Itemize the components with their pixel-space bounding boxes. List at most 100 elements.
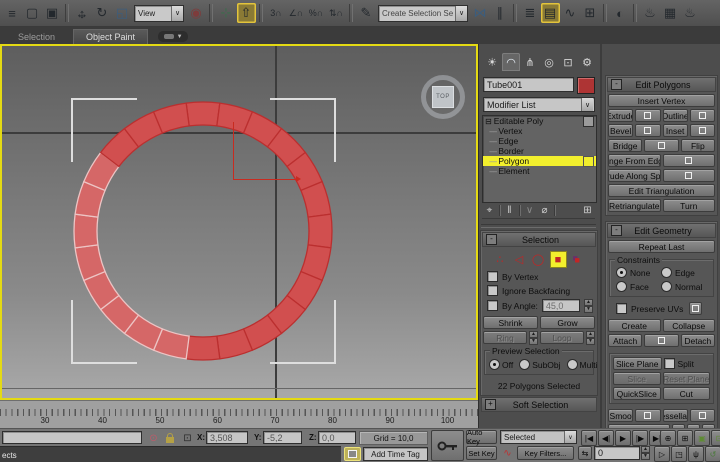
- window-crossing-toggle-icon[interactable]: ▣: [43, 3, 62, 23]
- modifier-list-dropdown[interactable]: Modifier List ∨: [483, 97, 595, 112]
- attach-button[interactable]: Attach: [608, 334, 643, 347]
- grow-button[interactable]: Grow: [540, 316, 595, 329]
- outline-button[interactable]: Outline: [662, 109, 688, 122]
- z-coordinate-field[interactable]: 0,0: [318, 431, 356, 444]
- insert-vertex-button[interactable]: Insert Vertex: [608, 94, 715, 107]
- rendered-frame-window-icon[interactable]: ▦: [661, 3, 680, 23]
- graphite-ribbon-toggle-icon[interactable]: ▤: [540, 3, 560, 23]
- preserve-uvs-settings-button[interactable]: [689, 302, 703, 315]
- select-and-manipulate-icon[interactable]: ⊹: [217, 3, 236, 23]
- select-and-rotate-icon[interactable]: ↻: [93, 3, 112, 23]
- object-name-field[interactable]: Tube001: [483, 77, 574, 92]
- spinner-snap-toggle-icon[interactable]: ⇅∩: [327, 3, 346, 23]
- time-tag-icon[interactable]: [344, 447, 361, 461]
- schematic-view-icon[interactable]: ⊞: [581, 3, 600, 23]
- field-of-view-icon[interactable]: ▷: [654, 446, 670, 462]
- stack-item-element[interactable]: ---- Element: [483, 166, 596, 176]
- absolute-offset-toggle-icon[interactable]: ⊡: [180, 431, 195, 445]
- track-bar[interactable]: [2, 431, 142, 444]
- stack-item-edge[interactable]: ---- Edge: [483, 136, 596, 146]
- remove-modifier-icon[interactable]: ⌀: [537, 205, 552, 216]
- ring-polygon-segment[interactable]: [185, 335, 221, 361]
- ignore-backfacing-checkbox[interactable]: [487, 285, 498, 296]
- constraint-none-radio[interactable]: [616, 267, 627, 278]
- reference-coordinate-system-dropdown[interactable]: View ∨: [134, 4, 184, 22]
- constraint-normal-radio[interactable]: [661, 281, 672, 292]
- repeat-last-button[interactable]: Repeat Last: [608, 240, 715, 253]
- layer-manager-icon[interactable]: ≣: [521, 3, 540, 23]
- zoom-extents-icon[interactable]: ▣: [694, 430, 710, 446]
- ribbon-display-dropdown[interactable]: ▼: [158, 31, 189, 42]
- angle-snap-toggle-icon[interactable]: ∠∩: [287, 3, 306, 23]
- reset-plane-button[interactable]: Reset Plane: [662, 372, 710, 385]
- constraint-edge-radio[interactable]: [661, 267, 672, 278]
- configure-modifier-sets-icon[interactable]: ⊞: [580, 205, 595, 216]
- edit-polygons-rollout-header[interactable]: - Edit Polygons: [607, 77, 716, 92]
- extrude-settings-button[interactable]: [635, 109, 661, 122]
- pan-icon[interactable]: ψ: [688, 446, 704, 462]
- percent-snap-toggle-icon[interactable]: %∩: [307, 3, 326, 23]
- select-by-name-icon[interactable]: ≡: [3, 3, 22, 23]
- by-angle-field[interactable]: 45,0: [541, 299, 580, 312]
- edit-named-selection-sets-icon[interactable]: ✎: [357, 3, 376, 23]
- viewport-top[interactable]: TOP: [0, 44, 478, 400]
- expand-icon[interactable]: +: [485, 399, 496, 410]
- edit-geometry-rollout-header[interactable]: - Edit Geometry: [607, 223, 716, 238]
- ribbon-tab-selection[interactable]: Selection: [6, 30, 67, 44]
- align-icon[interactable]: ∥: [491, 3, 510, 23]
- stack-item-polygon[interactable]: ---- Polygon: [483, 155, 596, 167]
- viewcube[interactable]: TOP: [421, 75, 465, 119]
- y-coordinate-field[interactable]: -5,2: [263, 431, 302, 444]
- inset-settings-button[interactable]: [689, 124, 715, 137]
- x-coordinate-field[interactable]: 3,508: [206, 431, 248, 444]
- extrude-button[interactable]: Extrude: [608, 109, 634, 122]
- bridge-settings-button[interactable]: [644, 139, 679, 152]
- extrude-along-spline-button[interactable]: Extrude Along Spline: [608, 169, 661, 182]
- zoom-extents-all-icon[interactable]: ⊡: [711, 430, 720, 446]
- collapse-icon[interactable]: -: [611, 225, 622, 236]
- preview-multi-radio[interactable]: [566, 359, 578, 370]
- extrude-along-spline-settings-button[interactable]: [662, 169, 715, 182]
- zoom-all-icon[interactable]: ⊞: [677, 430, 693, 446]
- add-time-tag-field[interactable]: Add Time Tag: [363, 447, 428, 461]
- collapse-icon[interactable]: -: [486, 234, 497, 245]
- edge-subobject-icon[interactable]: ◁: [512, 252, 527, 267]
- detach-button[interactable]: Detach: [680, 334, 715, 347]
- named-selection-sets-combo[interactable]: Create Selection Se ∨: [378, 4, 468, 22]
- key-filters-button[interactable]: Key Filters...: [517, 446, 574, 460]
- zoom-region-icon[interactable]: ◳: [671, 446, 687, 462]
- inset-button[interactable]: Inset: [662, 124, 688, 137]
- frame-spinner[interactable]: ▲ ▼: [641, 446, 650, 460]
- select-and-scale-icon[interactable]: ◱: [113, 3, 132, 23]
- shrink-button[interactable]: Shrink: [483, 316, 538, 329]
- modifier-stack-list[interactable]: ⊟ Editable Poly ---- Vertex ---- Edge ---- Bord…: [482, 115, 597, 203]
- slice-plane-button[interactable]: Slice Plane: [613, 357, 662, 370]
- mirror-icon[interactable]: ⋈: [471, 3, 490, 23]
- attach-settings-button[interactable]: [644, 334, 679, 347]
- stack-item-border[interactable]: ---- Border: [483, 146, 596, 156]
- selection-set-filter-dropdown[interactable]: Selected ∨: [500, 430, 577, 444]
- loop-button[interactable]: Loop: [540, 331, 584, 344]
- use-pivot-point-center-icon[interactable]: ◉: [187, 3, 206, 23]
- cut-button[interactable]: Cut: [662, 387, 710, 400]
- ring-button[interactable]: Ring: [483, 331, 527, 344]
- polygon-subobject-icon[interactable]: ■: [549, 251, 567, 268]
- zoom-icon[interactable]: ⊕: [660, 430, 676, 446]
- make-unique-icon[interactable]: ∨: [522, 205, 537, 216]
- collapse-icon[interactable]: -: [611, 79, 622, 90]
- stack-item-vertex[interactable]: ---- Vertex: [483, 126, 596, 136]
- render-setup-icon[interactable]: ♨: [641, 3, 660, 23]
- quickslice-button[interactable]: QuickSlice: [613, 387, 661, 400]
- snaps-toggle-icon[interactable]: 3∩: [267, 3, 286, 23]
- by-angle-spinner[interactable]: ▲ ▼: [584, 299, 593, 313]
- curve-editor-icon[interactable]: ∿: [561, 3, 580, 23]
- key-mode-toggle-button[interactable]: ⇆: [578, 446, 592, 460]
- tessellate-settings-button[interactable]: [689, 409, 715, 422]
- msmooth-settings-button[interactable]: [635, 409, 661, 422]
- ring-polygon-segment[interactable]: [307, 213, 333, 249]
- ring-polygon-segment[interactable]: [185, 101, 221, 127]
- element-subobject-icon[interactable]: ■ ■: [571, 252, 586, 267]
- flip-button[interactable]: Flip: [680, 139, 715, 152]
- bevel-button[interactable]: Bevel: [608, 124, 634, 137]
- previous-frame-button[interactable]: ◀|: [598, 430, 614, 446]
